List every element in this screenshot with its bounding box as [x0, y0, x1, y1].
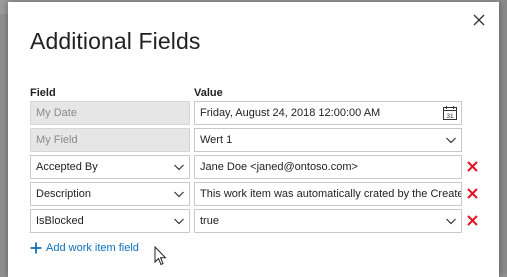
my-field-value-text: Wert 1 — [200, 134, 233, 146]
close-icon — [473, 14, 485, 26]
background-app-edge — [499, 0, 507, 273]
close-button[interactable] — [469, 10, 489, 30]
chevron-down-icon — [446, 137, 456, 144]
isblocked-value-dropdown[interactable]: true — [194, 209, 462, 233]
additional-fields-dialog: Additional Fields Field Value My Date Fr… — [8, 2, 499, 277]
field-select-isblocked[interactable]: IsBlocked — [30, 209, 190, 233]
chevron-down-icon — [174, 191, 184, 198]
isblocked-value-text: true — [200, 215, 219, 227]
svg-text:31: 31 — [446, 113, 454, 120]
description-value-input[interactable]: This work item was automatically crated … — [194, 182, 462, 206]
chevron-down-icon — [174, 218, 184, 225]
calendar-icon[interactable]: 31 — [442, 105, 458, 121]
accepted-by-value-input[interactable]: Jane Doe <janed@ontoso.com> — [194, 155, 462, 179]
field-select-description[interactable]: Description — [30, 182, 190, 206]
delete-icon[interactable] — [466, 187, 479, 200]
field-select-my-field: My Field — [30, 128, 190, 152]
my-field-value-dropdown[interactable]: Wert 1 — [194, 128, 462, 152]
plus-icon — [30, 242, 42, 254]
add-work-item-field-label: Add work item field — [46, 242, 139, 254]
dialog-title: Additional Fields — [30, 28, 201, 54]
chevron-down-icon — [174, 164, 184, 171]
accepted-by-value-text: Jane Doe <janed@ontoso.com> — [200, 161, 358, 173]
mouse-cursor-icon — [154, 246, 167, 266]
description-value-text: This work item was automatically crated … — [200, 188, 462, 200]
delete-icon[interactable] — [466, 214, 479, 227]
field-select-label: Accepted By — [36, 161, 98, 173]
value-column-header: Value — [194, 87, 223, 99]
chevron-down-icon — [446, 218, 456, 225]
field-column-header: Field — [30, 87, 56, 99]
date-value-text: Friday, August 24, 2018 12:00:00 AM — [200, 107, 381, 119]
field-select-label: IsBlocked — [36, 215, 84, 227]
field-select-my-date: My Date — [30, 101, 190, 125]
delete-icon[interactable] — [466, 160, 479, 173]
add-work-item-field-link[interactable]: Add work item field — [30, 242, 139, 254]
date-value-input[interactable]: Friday, August 24, 2018 12:00:00 AM 31 — [194, 101, 462, 125]
field-select-label: Description — [36, 188, 92, 200]
field-select-accepted-by[interactable]: Accepted By — [30, 155, 190, 179]
